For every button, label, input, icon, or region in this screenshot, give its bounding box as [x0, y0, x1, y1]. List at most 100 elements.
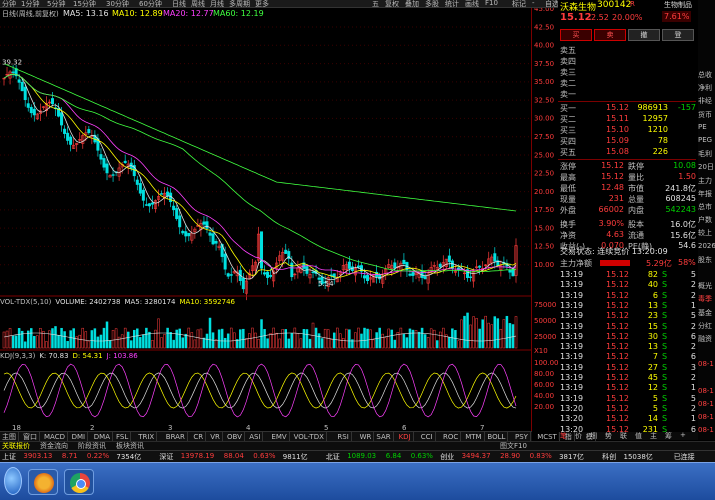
f10-strip-item[interactable]: 20日	[698, 162, 714, 172]
f10-strip-item[interactable]: 08-1	[698, 400, 714, 408]
tick-count: 2	[690, 403, 696, 413]
panel-tab[interactable]: 势	[605, 431, 612, 441]
bid-row[interactable]: 买四 15.09 78	[558, 136, 698, 147]
candle-body	[11, 71, 15, 73]
volume-bar	[111, 330, 115, 349]
ask-label: 卖一	[560, 90, 576, 99]
tick-volume: 82	[647, 270, 658, 279]
volume-bar	[302, 329, 306, 349]
f10-strip-item[interactable]: 2026	[698, 242, 715, 250]
cancel-order-button[interactable]: 撤	[628, 29, 660, 41]
sell-button[interactable]: 卖	[594, 29, 626, 41]
f10-strip-item[interactable]: 非经	[698, 96, 712, 106]
bid-row[interactable]: 买二 15.11 12957	[558, 114, 698, 125]
f10-strip-item[interactable]: 户数	[698, 215, 712, 225]
volume-bar	[172, 339, 175, 349]
candle-body	[363, 275, 367, 279]
ask-row[interactable]: 卖三	[558, 67, 698, 78]
toolbar-button[interactable]: -	[532, 0, 535, 7]
volume-bar	[154, 329, 157, 349]
timeline-label: 7	[480, 424, 484, 431]
bid-row[interactable]: 买一 15.12 986913 -157	[558, 103, 698, 114]
f10-strip-item[interactable]: 融资	[698, 334, 712, 344]
volume-bar	[136, 328, 139, 349]
candle-body	[260, 231, 264, 269]
ma5-line	[3, 73, 517, 281]
panel-tab[interactable]: 主	[650, 431, 657, 441]
bid-row[interactable]: 买三 15.10 1210	[558, 125, 698, 136]
panel-tab[interactable]: 联	[620, 431, 627, 441]
stat-label: 涨停	[560, 162, 576, 171]
f10-strip-item[interactable]: 毒季	[698, 294, 712, 304]
f10-strip-item[interactable]: 总收	[698, 70, 712, 80]
timeline-label: 6	[402, 424, 407, 431]
tick-price: 15.12	[606, 403, 629, 413]
main-inflow-row: 主力净额 5.29亿 58%	[558, 258, 698, 269]
candle-body	[478, 265, 482, 268]
bid-price: 15.11	[606, 114, 629, 123]
f10-strip-item[interactable]: 总市	[698, 202, 712, 212]
buy-button[interactable]: 买	[560, 29, 592, 41]
ask-row[interactable]: 卖二	[558, 78, 698, 89]
f10-strip-item[interactable]: 毛利	[698, 149, 712, 159]
f10-strip-item[interactable]: 分红	[698, 321, 712, 331]
trade-status: 交易状态: 连续竞价 13:20:09	[558, 246, 698, 257]
bid-row[interactable]: 买五 15.08 226	[558, 147, 698, 158]
f10-strip-item[interactable]: 较上	[698, 228, 712, 238]
price-axis-label: 10.00	[534, 261, 554, 269]
ask-row[interactable]: 卖一	[558, 89, 698, 100]
panel-tab[interactable]: +	[680, 431, 686, 439]
volume-bar	[387, 328, 391, 349]
timeline-label: 4	[246, 424, 251, 431]
volume-bar	[493, 316, 497, 349]
volume-bar	[411, 329, 415, 349]
login-button[interactable]: 登	[662, 29, 694, 41]
quote-panel: 沃森生物 300142 R 生物制品 15.12 2.52 20.00% 7.6…	[558, 0, 698, 440]
tick-count: 2	[690, 373, 696, 382]
sector-label[interactable]: 生物制品	[664, 0, 692, 10]
f10-strip-item[interactable]: 主力	[698, 176, 712, 186]
trade-button-row: 买 卖 撤 登	[558, 29, 696, 41]
taskbar-chrome[interactable]	[64, 469, 94, 495]
tick-count: 1	[690, 383, 696, 393]
volume-bar	[460, 319, 463, 349]
f10-strip-item[interactable]: 08-1	[698, 387, 714, 395]
panel-tab[interactable]: 值	[635, 431, 642, 441]
kline-chart[interactable]: 39.32 5.54 VOL-TDX(5,10) VOLUME: 2402738 MA5…	[0, 19, 532, 431]
start-button[interactable]	[4, 467, 22, 495]
panel-tab[interactable]: 筹	[665, 431, 672, 441]
f10-strip-item[interactable]: 净利	[698, 83, 712, 93]
tick-volume: 5	[652, 403, 658, 413]
f10-strip-item[interactable]: 08-1	[698, 413, 714, 421]
f10-strip-item[interactable]: 概光	[698, 281, 712, 291]
ma20-line	[3, 73, 517, 275]
chart-area[interactable]: 39.32 5.54 VOL-TDX(5,10) VOLUME: 2402738 MA5…	[0, 19, 532, 431]
f10-strip-item[interactable]: PE	[698, 123, 707, 131]
f10-strip-item[interactable]: PEG	[698, 136, 712, 144]
volume-bar	[490, 324, 494, 349]
candle-body	[211, 233, 215, 245]
f10-strip-item[interactable]: 年报	[698, 189, 712, 199]
f10-strip-item[interactable]: 基金	[698, 308, 712, 318]
volume-bar	[187, 327, 191, 349]
ask-row[interactable]: 卖四	[558, 56, 698, 67]
status-item: 0.63%	[410, 452, 433, 460]
stat-label: 外盘	[560, 206, 576, 215]
f10-strip-item[interactable]: 08-1	[698, 426, 714, 434]
toolbar-button[interactable]: F10	[485, 0, 498, 7]
volume-bar	[399, 327, 403, 349]
panel-tab[interactable]: 价	[575, 431, 582, 441]
f10-strip-item[interactable]: 股东	[698, 255, 712, 265]
tick-count: 2	[690, 290, 696, 300]
f10-strip-item[interactable]: 08-1	[698, 360, 714, 368]
volume-bar	[90, 330, 94, 349]
status-item: 0.22%	[86, 452, 110, 460]
tick-direction: S	[662, 300, 668, 310]
candle-body	[214, 241, 218, 244]
taskbar-ie[interactable]	[28, 469, 58, 495]
stat-label: 现量	[560, 195, 576, 204]
ask-row[interactable]: 卖五	[558, 45, 698, 56]
volume-bar	[472, 316, 475, 349]
status-item: 3494.37	[461, 452, 491, 460]
f10-strip-item[interactable]: 货币	[698, 110, 712, 120]
